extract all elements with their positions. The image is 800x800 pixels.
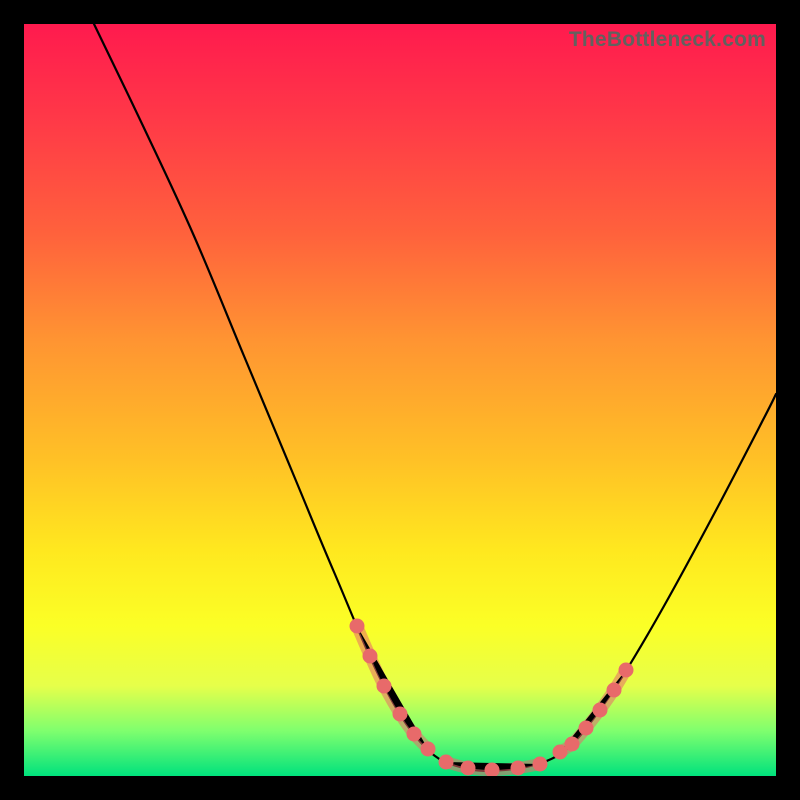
highlight-bottom-marker xyxy=(461,761,476,776)
highlight-left-marker xyxy=(393,707,408,722)
highlight-left-marker xyxy=(421,742,436,757)
highlight-left-marker xyxy=(377,679,392,694)
highlight-right-marker xyxy=(607,683,622,698)
highlight-left-marker xyxy=(363,649,378,664)
chart-frame: TheBottleneck.com xyxy=(0,0,800,800)
highlight-left-marker xyxy=(350,619,365,634)
chart-svg xyxy=(24,24,776,776)
highlight-bottom-marker xyxy=(533,757,548,772)
highlight-right-marker xyxy=(565,737,580,752)
plot-area: TheBottleneck.com xyxy=(24,24,776,776)
bottleneck-curve xyxy=(94,24,776,771)
series-group xyxy=(94,24,776,776)
highlight-bottom-marker xyxy=(439,755,454,770)
highlight-bottom-marker xyxy=(511,761,526,776)
highlight-right-marker xyxy=(593,703,608,718)
highlight-left-marker xyxy=(407,727,422,742)
highlight-right-marker xyxy=(579,721,594,736)
highlight-right-marker xyxy=(619,663,634,678)
